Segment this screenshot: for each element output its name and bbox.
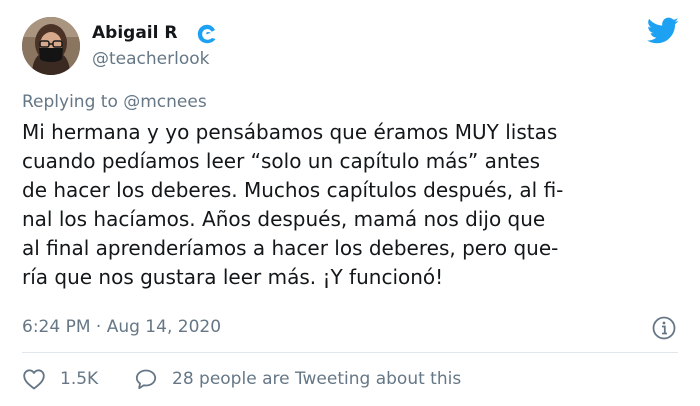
like-button[interactable]: 1.5K [22,366,98,392]
tweeting-about-label: 28 people are Tweeting about this [172,369,462,389]
tweet-text: Mi hermana y yo pensábamos que éramos MU… [22,118,687,292]
tweet-text-line: ría que nos gustara leer más. ¡Y funcion… [22,265,444,289]
avatar[interactable] [22,17,80,75]
tweet-text-line: Mi hermana y yo pensábamos que éramos MU… [22,120,558,144]
like-count: 1.5K [60,369,99,389]
author-handle[interactable]: @teacherlook [92,48,209,70]
author-name[interactable]: Abigail R [92,22,177,44]
tweet-text-line: cuando pedíamos leer “solo un capítulo m… [22,149,541,173]
tweet-text-line: nal los hacíamos. Años después, mamá nos… [22,207,546,231]
divider [22,352,678,353]
reply-mention-link[interactable]: @mcnees [123,92,206,112]
info-icon[interactable] [651,315,677,341]
tweet-text-line: al final aprenderíamos a hacer los deber… [22,236,559,260]
replying-to: Replying to @mcnees [22,91,207,113]
tweeting-about-link[interactable]: 28 people are Tweeting about this [134,366,461,392]
tweet-timestamp[interactable]: 6:24 PM · Aug 14, 2020 [22,316,221,338]
speech-bubble-icon [135,369,157,390]
replying-to-label: Replying to [22,92,118,112]
twitter-bird-icon[interactable] [647,17,679,45]
heart-icon [23,369,45,390]
wave-badge-icon [197,24,216,44]
tweet-text-line: de hacer los deberes. Muchos capítulos d… [22,178,564,202]
tweet-card: Abigail R @teacherlook Replying to @mcne… [0,0,700,406]
